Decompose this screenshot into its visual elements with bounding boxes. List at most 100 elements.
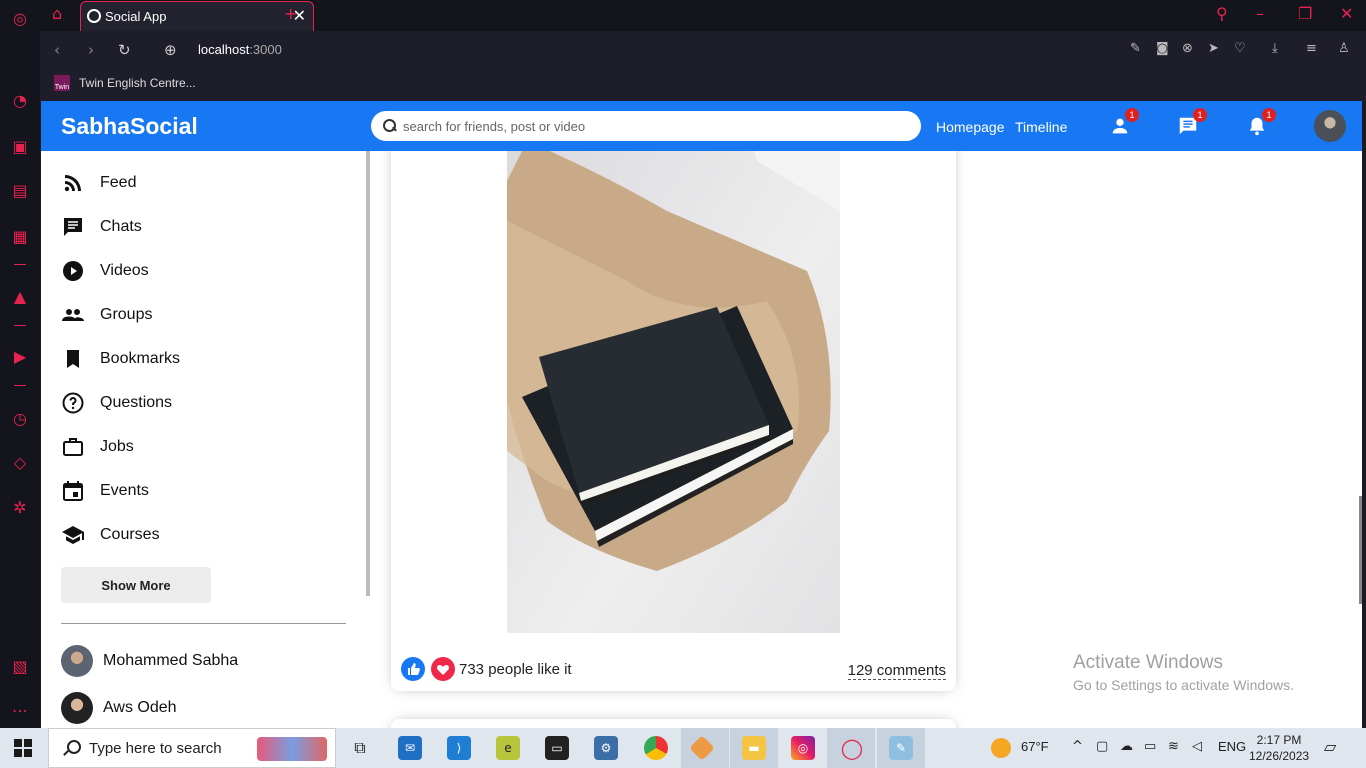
edit-icon[interactable]: ✎ (1130, 41, 1141, 56)
sidebar-scrollbar[interactable] (366, 151, 370, 596)
url-field[interactable]: localhost:3000 (198, 42, 282, 57)
gallery-icon[interactable]: ▧ (10, 656, 30, 676)
watermark-title: Activate Windows (1073, 652, 1223, 673)
back-icon[interactable]: ‹ (54, 41, 60, 59)
heart-icon[interactable]: ♡ (1234, 41, 1246, 56)
aria-icon[interactable]: ▲ (10, 286, 30, 306)
sidebar-item-feed[interactable]: Feed (61, 169, 136, 197)
settings-icon[interactable]: ✲ (10, 497, 30, 517)
timeline-link[interactable]: Timeline (1015, 119, 1067, 135)
onedrive-icon[interactable]: ☁ (1120, 739, 1133, 754)
chevron-up-icon[interactable]: ^ (1072, 739, 1083, 754)
battery-icon[interactable]: ▭ (1144, 739, 1156, 754)
minimize-icon[interactable]: – (1256, 4, 1264, 23)
task-view-icon[interactable]: ⧉ (348, 736, 372, 760)
friend-requests-badge: 1 (1125, 108, 1139, 122)
bookmark-item[interactable]: Twin Twin English Centre... (54, 75, 196, 91)
sidebar-item-videos[interactable]: Videos (61, 257, 149, 285)
profile-icon[interactable]: ♙ (1338, 41, 1350, 56)
opera-gx-logo-icon[interactable]: ◎ (10, 8, 30, 28)
more-icon[interactable]: ⋯ (10, 700, 30, 720)
sidebar-divider (14, 325, 26, 326)
search-input[interactable] (403, 118, 883, 134)
page-scrollbar[interactable] (1359, 496, 1362, 604)
sidebar-item-courses[interactable]: Courses (61, 521, 160, 549)
messages-button[interactable]: 1 (1177, 108, 1207, 137)
language-indicator[interactable]: ENG (1218, 739, 1246, 754)
like-count: 733 people like it (459, 661, 572, 678)
weather-temp[interactable]: 67°F (1021, 739, 1049, 754)
close-window-icon[interactable]: ✕ (1340, 4, 1353, 23)
sidebar-item-chats[interactable]: Chats (61, 213, 142, 241)
weather-icon[interactable] (991, 738, 1011, 758)
wifi-icon[interactable]: ≋ (1168, 739, 1179, 754)
clock[interactable]: 2:17 PM 12/26/2023 (1249, 732, 1309, 764)
bag-icon[interactable]: ▣ (10, 136, 30, 156)
sidebar-item-groups[interactable]: Groups (61, 301, 152, 329)
friend-item[interactable]: Aws Odeh (61, 692, 177, 724)
adblock-icon[interactable]: ⊗ (1182, 41, 1193, 56)
notifications-button[interactable]: 1 (1246, 108, 1276, 137)
python-icon[interactable]: ⚙ (594, 736, 618, 760)
sidebar-item-events[interactable]: Events (61, 477, 149, 505)
cube-icon[interactable]: ◇ (10, 452, 30, 472)
meet-now-icon[interactable]: ▢ (1096, 739, 1108, 754)
history-icon[interactable]: ◷ (10, 408, 30, 428)
friend-requests-button[interactable]: 1 (1109, 108, 1139, 137)
comment-count-link[interactable]: 129 comments (847, 662, 946, 680)
instagram-icon[interactable]: ◎ (791, 736, 815, 760)
chrome-icon[interactable] (644, 736, 668, 760)
player-icon[interactable]: ▶ (10, 346, 30, 366)
search-tabs-icon[interactable]: ⚲ (1216, 4, 1228, 23)
file-explorer-icon[interactable]: ▬ (742, 736, 766, 760)
like-icon[interactable] (401, 657, 425, 681)
twitch-icon[interactable]: ▤ (10, 180, 30, 200)
search-icon (383, 119, 397, 133)
volume-icon[interactable]: ◁ (1192, 739, 1202, 754)
terminal-icon[interactable]: ▭ (545, 736, 569, 760)
show-more-button[interactable]: Show More (61, 567, 211, 603)
app-logo[interactable]: SabhaSocial (61, 113, 198, 140)
paint-icon[interactable]: ✎ (889, 736, 913, 760)
tab-social-app[interactable]: Social App ✕ (80, 1, 314, 31)
forward-icon[interactable]: › (88, 41, 94, 59)
app-e-icon[interactable]: e (496, 736, 520, 760)
speedometer-icon[interactable]: ◔ (10, 90, 30, 110)
messages-badge: 1 (1193, 108, 1207, 122)
sidebar-item-bookmarks[interactable]: Bookmarks (61, 345, 180, 373)
notification-center-icon[interactable]: ▱ (1324, 737, 1336, 756)
vscode-icon[interactable]: ⟩ (447, 736, 471, 760)
easy-setup-icon[interactable]: ≡ (1306, 41, 1317, 56)
gamepad-icon[interactable]: ⌂ (52, 4, 62, 23)
download-icon[interactable]: ⤓ (1272, 41, 1278, 56)
post-image[interactable] (507, 101, 840, 633)
homepage-link[interactable]: Homepage (936, 119, 1005, 135)
briefcase-icon (63, 438, 83, 456)
search-bar[interactable] (371, 111, 921, 141)
site-info-icon[interactable]: ⊕ (164, 41, 177, 59)
left-sidebar: Feed Chats Videos Groups Bookmarks Quest… (41, 151, 371, 728)
sidebar-item-questions[interactable]: Questions (61, 389, 172, 417)
mail-icon[interactable]: ✉ (398, 736, 422, 760)
reload-icon[interactable]: ↻ (118, 41, 131, 59)
new-tab-button[interactable]: + (284, 4, 297, 23)
cpu-icon[interactable]: ▦ (10, 226, 30, 246)
taskbar-search[interactable]: Type here to search (48, 728, 336, 768)
opera-icon[interactable]: ◯ (840, 736, 864, 760)
activate-windows-watermark: Activate Windows Go to Settings to activ… (1073, 652, 1294, 693)
camera-icon[interactable]: ◙ (1156, 41, 1169, 56)
send-icon[interactable]: ➤ (1208, 41, 1219, 56)
sidebar-item-jobs[interactable]: Jobs (61, 433, 134, 461)
bookmark-favicon: Twin (54, 75, 70, 91)
heart-reaction-icon[interactable] (431, 657, 455, 681)
sidebar-divider (14, 385, 26, 386)
windows-start-icon[interactable] (14, 739, 32, 757)
avatar (61, 645, 93, 677)
friend-item[interactable]: Mohammed Sabha (61, 645, 238, 677)
books-photo (507, 101, 840, 633)
rss-icon (64, 175, 81, 192)
address-bar: ‹ › ↻ ⊕ localhost:3000 ✎ ◙ ⊗ ➤ ♡ ⤓ ≡ ♙ (40, 31, 1366, 69)
avatar[interactable] (1314, 110, 1346, 142)
restore-icon[interactable]: ❐ (1298, 4, 1312, 23)
search-icon (63, 740, 81, 756)
